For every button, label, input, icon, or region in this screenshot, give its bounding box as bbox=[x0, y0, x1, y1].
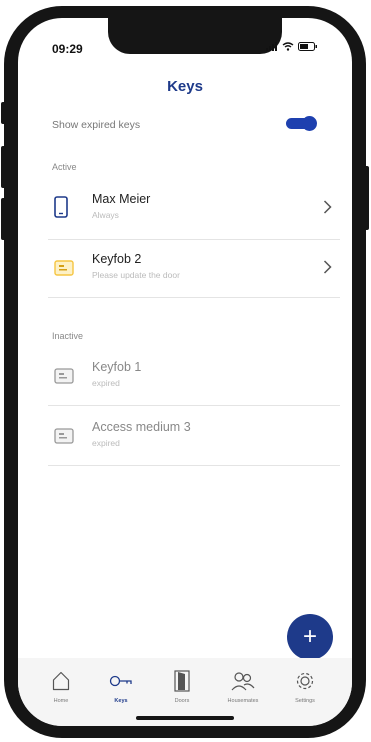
section-label-active: Active bbox=[52, 162, 77, 172]
key-status: expired bbox=[92, 438, 120, 448]
tab-label: Housemates bbox=[227, 698, 259, 704]
tab-housemates[interactable]: Housemates bbox=[218, 666, 268, 704]
screen: 09:29 Keys Show expired keys Active Max … bbox=[18, 18, 352, 726]
key-item-keyfob-1[interactable]: Keyfob 1 expired bbox=[48, 350, 340, 406]
key-status: Please update the door bbox=[92, 270, 180, 280]
tab-settings[interactable]: Settings bbox=[280, 666, 330, 704]
keyfob-icon bbox=[54, 260, 74, 276]
key-name: Access medium 3 bbox=[92, 420, 191, 434]
add-key-button[interactable]: + bbox=[287, 614, 333, 660]
home-indicator bbox=[136, 716, 234, 720]
volume-up-button bbox=[1, 146, 6, 188]
chevron-right-icon bbox=[323, 200, 332, 214]
tab-home[interactable]: Home bbox=[36, 666, 86, 704]
key-item-max-meier[interactable]: Max Meier Always bbox=[48, 182, 340, 238]
divider bbox=[48, 465, 340, 466]
key-name: Max Meier bbox=[92, 192, 151, 206]
house-icon bbox=[52, 671, 70, 691]
tab-doors[interactable]: Doors bbox=[157, 666, 207, 704]
key-status: expired bbox=[92, 378, 120, 388]
show-expired-toggle[interactable] bbox=[286, 115, 317, 131]
key-icon bbox=[109, 675, 132, 687]
keyfob-icon bbox=[54, 368, 74, 384]
key-item-access-medium-3[interactable]: Access medium 3 expired bbox=[48, 410, 340, 466]
toggle-knob bbox=[302, 115, 317, 131]
key-status: Always bbox=[92, 210, 119, 220]
signal-icon bbox=[266, 42, 277, 51]
chevron-right-icon bbox=[323, 260, 332, 274]
tab-label: Settings bbox=[295, 698, 315, 704]
key-name: Keyfob 1 bbox=[92, 360, 142, 374]
phone-frame: 09:29 Keys Show expired keys Active Max … bbox=[1, 6, 369, 738]
wifi-icon bbox=[282, 42, 294, 51]
key-item-keyfob-2[interactable]: Keyfob 2 Please update the door bbox=[48, 242, 340, 298]
tab-keys[interactable]: Keys bbox=[96, 666, 146, 704]
tab-label: Doors bbox=[174, 698, 190, 704]
people-icon bbox=[231, 672, 255, 691]
keyfob-icon bbox=[54, 428, 74, 444]
battery-icon bbox=[298, 42, 317, 51]
tab-bar: Home Keys Doors Housemates Settings bbox=[18, 658, 352, 726]
status-icons bbox=[266, 42, 318, 51]
tab-label: Keys bbox=[114, 698, 128, 704]
key-name: Keyfob 2 bbox=[92, 252, 142, 266]
door-icon bbox=[174, 670, 190, 692]
divider bbox=[48, 405, 340, 406]
tab-label: Home bbox=[53, 698, 69, 704]
status-time: 09:29 bbox=[52, 42, 83, 56]
divider bbox=[48, 239, 340, 240]
volume-down-button bbox=[1, 198, 6, 240]
show-expired-label: Show expired keys bbox=[52, 119, 141, 131]
mute-switch bbox=[1, 102, 6, 124]
section-label-inactive: Inactive bbox=[52, 331, 84, 341]
divider bbox=[48, 297, 340, 298]
phone-icon bbox=[54, 196, 68, 218]
notch bbox=[108, 18, 282, 54]
power-button bbox=[364, 166, 369, 230]
page-title: Keys bbox=[167, 78, 203, 95]
gear-icon bbox=[296, 672, 314, 690]
